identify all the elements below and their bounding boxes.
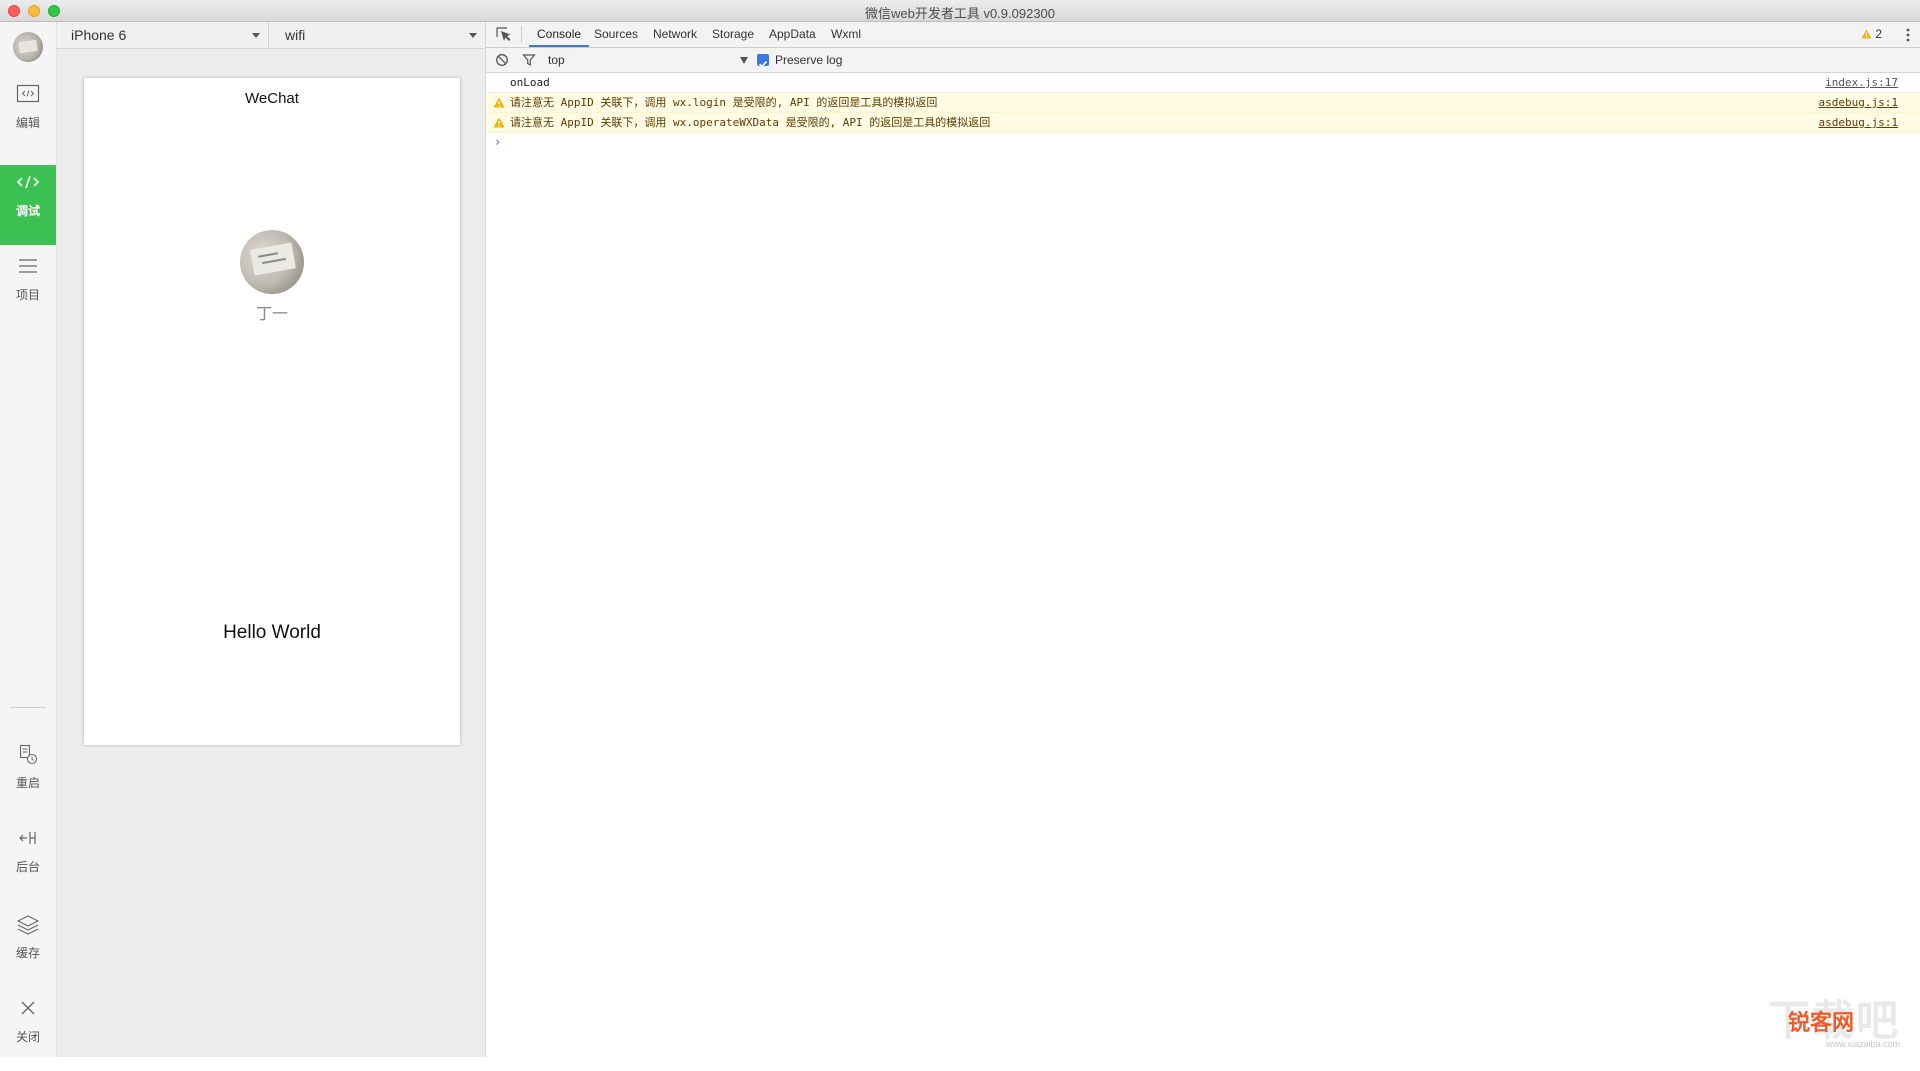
network-select-value: wifi	[285, 27, 306, 43]
background-icon	[0, 821, 56, 855]
tab-sources[interactable]: Sources	[586, 22, 646, 47]
user-avatar[interactable]	[13, 32, 43, 62]
sidebar-item-close[interactable]: 关闭	[0, 991, 56, 1071]
console-output: onLoad index.js:17 请注意无 AppID 关联下，调用 wx.…	[486, 73, 1920, 151]
context-select-value: top	[548, 53, 565, 67]
device-select[interactable]: iPhone 6	[57, 22, 269, 48]
list-icon	[0, 249, 56, 283]
window-title: 微信web开发者工具 v0.9.092300	[864, 6, 1056, 21]
log-message: onLoad	[510, 76, 550, 89]
tab-appdata[interactable]: AppData	[761, 22, 824, 47]
restart-icon	[0, 737, 56, 771]
chevron-down-icon	[252, 33, 260, 38]
sidebar-item-label: 调试	[15, 204, 40, 218]
console-log-row: onLoad index.js:17	[486, 73, 1920, 93]
warning-icon	[493, 97, 505, 108]
chevron-down-icon	[740, 57, 748, 64]
log-source-link[interactable]: asdebug.js:1	[1819, 113, 1898, 132]
sidebar-item-label: 重启	[15, 776, 40, 790]
console-warning-row: 请注意无 AppID 关联下，调用 wx.login 是受限的, API 的返回…	[486, 93, 1920, 113]
warning-counter[interactable]: 2	[1861, 22, 1882, 47]
code-brackets-icon	[0, 165, 56, 199]
chevron-down-icon	[469, 33, 477, 38]
tab-network[interactable]: Network	[645, 22, 705, 47]
layers-icon	[0, 907, 56, 941]
console-warning-row: 请注意无 AppID 关联下，调用 wx.operateWXData 是受限的,…	[486, 113, 1920, 133]
warning-icon	[493, 117, 505, 128]
watermark: 下载吧 锐客网 www.xiazaiba.com	[1762, 987, 1900, 1049]
watermark-brand: 锐客网	[1787, 1010, 1854, 1035]
window-titlebar: 微信web开发者工具 v0.9.092300	[0, 0, 1920, 22]
phone-screen: WeChat 丁一 Hello World	[84, 78, 460, 745]
left-sidebar: 编辑 调试 项目 重启 后台 缓存 关闭	[0, 22, 57, 1057]
toolbar-divider	[521, 26, 522, 43]
sidebar-item-debug[interactable]: 调试	[0, 165, 56, 245]
user-nickname: 丁一	[255, 306, 288, 323]
console-prompt[interactable]: ›	[486, 133, 1920, 151]
simulator-toolbar: iPhone 6 wifi	[57, 22, 485, 49]
devtools-panel: Console Sources Network Storage AppData …	[486, 22, 1920, 1057]
sidebar-item-label: 项目	[15, 288, 40, 302]
sidebar-item-cache[interactable]: 缓存	[0, 907, 56, 987]
console-filterbar: top Preserve log	[486, 48, 1920, 73]
log-message: 请注意无 AppID 关联下，调用 wx.login 是受限的, API 的返回…	[510, 96, 938, 109]
simulator-panel: iPhone 6 wifi WeChat 丁一 Hello World	[57, 22, 486, 1057]
log-source-link[interactable]: asdebug.js:1	[1819, 93, 1898, 112]
tab-wxml[interactable]: Wxml	[823, 22, 869, 47]
more-options-icon[interactable]	[1906, 28, 1910, 42]
filter-icon[interactable]	[522, 53, 536, 67]
prompt-chevron-icon: ›	[494, 135, 502, 149]
watermark-url: www.xiazaiba.com	[1825, 1039, 1900, 1049]
tab-storage[interactable]: Storage	[704, 22, 762, 47]
devtools-tabbar: Console Sources Network Storage AppData …	[486, 22, 1920, 48]
hello-text[interactable]: Hello World	[84, 622, 460, 644]
warning-count: 2	[1875, 27, 1882, 41]
sidebar-item-label: 关闭	[15, 1030, 40, 1044]
code-window-icon	[0, 77, 56, 111]
clear-console-icon[interactable]	[495, 53, 509, 67]
context-select[interactable]: top	[548, 48, 748, 72]
user-avatar-image[interactable]	[240, 230, 304, 294]
sidebar-item-label: 缓存	[15, 946, 40, 960]
tab-console[interactable]: Console	[529, 22, 590, 47]
sidebar-divider	[10, 707, 46, 708]
warning-icon	[1861, 29, 1872, 39]
sidebar-item-background[interactable]: 后台	[0, 821, 56, 901]
sidebar-item-label: 后台	[15, 860, 40, 874]
sidebar-item-project[interactable]: 项目	[0, 249, 56, 329]
inspect-element-icon[interactable]	[494, 25, 512, 43]
close-icon	[0, 991, 56, 1025]
device-select-value: iPhone 6	[71, 27, 127, 43]
sidebar-item-restart[interactable]: 重启	[0, 737, 56, 817]
log-source-link[interactable]: index.js:17	[1825, 73, 1898, 92]
sidebar-item-edit[interactable]: 编辑	[0, 77, 56, 157]
log-message: 请注意无 AppID 关联下，调用 wx.operateWXData 是受限的,…	[510, 116, 991, 129]
network-select[interactable]: wifi	[269, 22, 485, 48]
preserve-log-label: Preserve log	[775, 53, 843, 67]
phone-nav-title: WeChat	[245, 90, 299, 107]
checkbox-checked-icon	[757, 54, 769, 68]
sidebar-item-label: 编辑	[15, 116, 40, 130]
